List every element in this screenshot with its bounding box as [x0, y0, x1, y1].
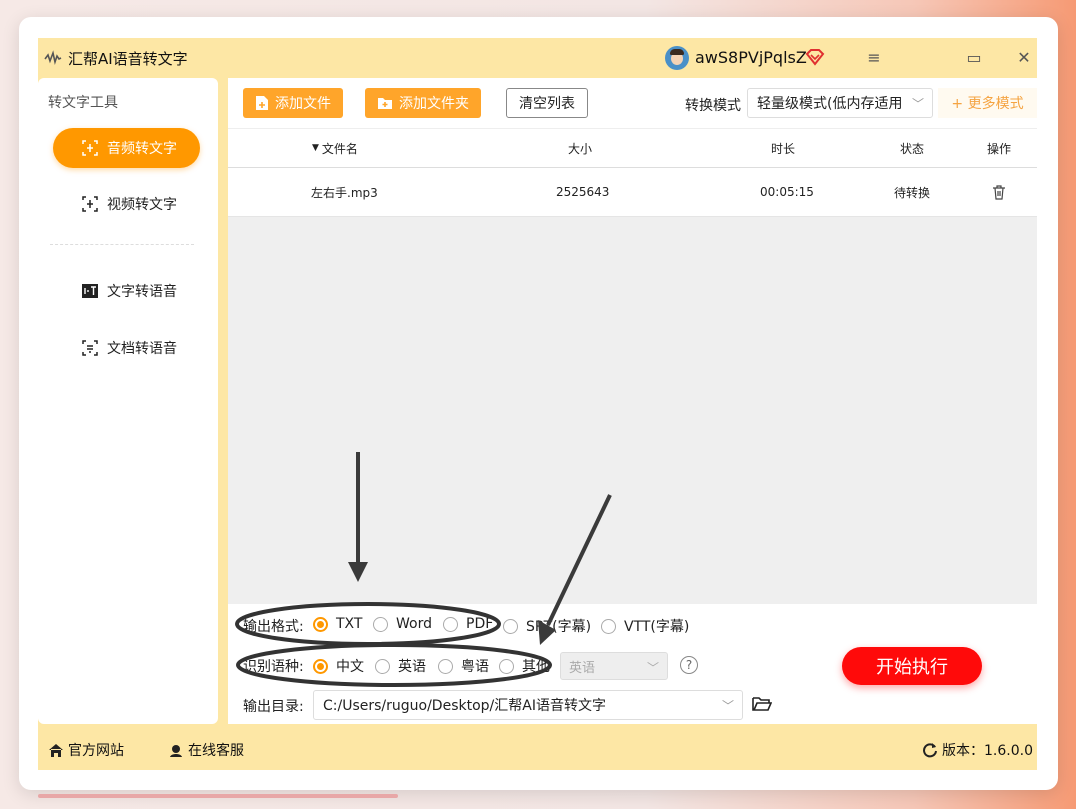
- sidebar-item-label: 文字转语音: [107, 284, 177, 300]
- format-radio-srt[interactable]: SRT(字幕): [503, 616, 591, 636]
- maximize-icon[interactable]: ▭: [962, 46, 986, 70]
- language-label: 识别语种:: [243, 659, 304, 675]
- delete-icon[interactable]: [992, 168, 1006, 216]
- column-header-action: 操作: [987, 141, 1012, 156]
- other-language-select[interactable]: 英语 ﹀: [560, 652, 668, 680]
- clear-list-button[interactable]: 清空列表: [506, 88, 588, 118]
- footer: 官方网站 在线客服 版本：1.6.0.0: [38, 728, 1037, 770]
- username[interactable]: awS8PVjPqlsZ: [695, 48, 807, 67]
- sidebar-item-text-to-speech[interactable]: 文字转语音: [53, 271, 200, 311]
- sidebar-title: 转文字工具: [48, 95, 118, 111]
- sidebar-item-label: 文档转语音: [107, 341, 177, 357]
- add-file-button[interactable]: 添加文件: [243, 88, 343, 118]
- output-dir-input[interactable]: C:/Users/ruguo/Desktop/汇帮AI语音转文字 ﹀: [313, 690, 743, 720]
- refresh-icon: [923, 743, 937, 758]
- column-header-size: 大小: [568, 141, 593, 156]
- add-file-icon: [256, 96, 268, 110]
- video-to-text-icon: [81, 195, 99, 213]
- folder-open-icon[interactable]: [752, 695, 772, 713]
- lang-radio-cantonese[interactable]: 粤语: [438, 656, 489, 676]
- mode-label: 转换模式: [685, 98, 741, 114]
- output-dir-label: 输出目录:: [243, 699, 304, 715]
- file-duration: 00:05:15: [760, 185, 814, 199]
- version-info: 版本：1.6.0.0: [922, 740, 1033, 760]
- sidebar-item-video-to-text[interactable]: 视频转文字: [53, 184, 200, 224]
- sidebar: 转文字工具 音频转文字 视频转文字 文字转语音 文档转语音: [38, 78, 218, 724]
- lang-radio-chinese[interactable]: 中文: [313, 656, 364, 676]
- help-icon[interactable]: ?: [680, 656, 698, 674]
- home-icon: [49, 743, 63, 757]
- doc-to-speech-icon: [81, 339, 99, 357]
- format-radio-txt[interactable]: TXT: [313, 616, 362, 632]
- output-options: 输出格式: TXT Word PDF SRT(字幕) VTT(字幕) 识别语种:…: [228, 604, 1037, 724]
- app-frame: 汇帮AI语音转文字 awS8PVjPqlsZ ≡ ▭ ✕ 转文字工具 音频转文字…: [38, 38, 1037, 770]
- mode-value: 轻量级模式(低内存适用: [757, 96, 903, 112]
- file-status: 待转换: [894, 185, 931, 200]
- format-radio-pdf[interactable]: PDF: [443, 616, 493, 632]
- lang-radio-other[interactable]: 其他: [499, 656, 550, 676]
- column-header-status: 状态: [900, 141, 925, 156]
- chevron-down-icon: ﹀: [911, 97, 924, 111]
- file-name: 左右手.mp3: [311, 185, 378, 200]
- sidebar-item-audio-to-text[interactable]: 音频转文字: [53, 128, 200, 168]
- lang-radio-english[interactable]: 英语: [375, 656, 426, 676]
- sidebar-item-label: 视频转文字: [107, 197, 177, 213]
- format-radio-word[interactable]: Word: [373, 616, 432, 632]
- close-icon[interactable]: ✕: [1012, 46, 1036, 70]
- file-list: ▼ 文件名 大小 时长 状态 操作 左右手.mp3 2525643 00:05:…: [228, 128, 1037, 604]
- official-website-link[interactable]: 官方网站: [48, 740, 124, 760]
- audio-to-text-icon: [81, 139, 99, 157]
- output-format-label: 输出格式:: [243, 619, 304, 635]
- chevron-down-icon: ﹀: [721, 699, 734, 713]
- add-folder-icon: [378, 98, 392, 109]
- support-agent-icon: [170, 744, 182, 757]
- text-to-speech-icon: [81, 282, 99, 300]
- logo-icon: [44, 50, 62, 65]
- column-header-name[interactable]: ▼ 文件名: [312, 129, 358, 167]
- sidebar-divider: [50, 244, 194, 245]
- title-bar: 汇帮AI语音转文字 awS8PVjPqlsZ ≡ ▭ ✕: [38, 38, 1037, 78]
- start-button[interactable]: 开始执行: [842, 647, 982, 685]
- avatar[interactable]: [665, 46, 689, 70]
- app-title: 汇帮AI语音转文字: [68, 50, 188, 68]
- file-size: 2525643: [556, 185, 610, 199]
- toolbar: 添加文件 添加文件夹 清空列表 转换模式 轻量级模式(低内存适用 ﹀ + 更多模…: [228, 78, 1037, 128]
- table-header: ▼ 文件名 大小 时长 状态 操作: [228, 128, 1037, 168]
- add-folder-button[interactable]: 添加文件夹: [365, 88, 481, 118]
- sidebar-item-label: 音频转文字: [107, 141, 177, 157]
- taskbar-hint: [38, 794, 398, 798]
- mode-select[interactable]: 轻量级模式(低内存适用 ﹀: [747, 88, 933, 118]
- table-row[interactable]: 左右手.mp3 2525643 00:05:15 待转换: [228, 168, 1037, 217]
- format-radio-vtt[interactable]: VTT(字幕): [601, 616, 689, 636]
- column-header-duration: 时长: [771, 141, 796, 156]
- sidebar-item-doc-to-speech[interactable]: 文档转语音: [53, 328, 200, 368]
- add-folder-label: 添加文件夹: [399, 96, 469, 112]
- menu-icon[interactable]: ≡: [862, 46, 886, 70]
- vip-diamond-icon[interactable]: [805, 47, 825, 67]
- online-support-link[interactable]: 在线客服: [168, 740, 244, 760]
- more-modes-button[interactable]: + 更多模式: [938, 88, 1037, 118]
- chevron-down-icon: ﹀: [646, 661, 659, 675]
- sort-down-icon: ▼: [312, 143, 319, 153]
- add-file-label: 添加文件: [275, 96, 331, 112]
